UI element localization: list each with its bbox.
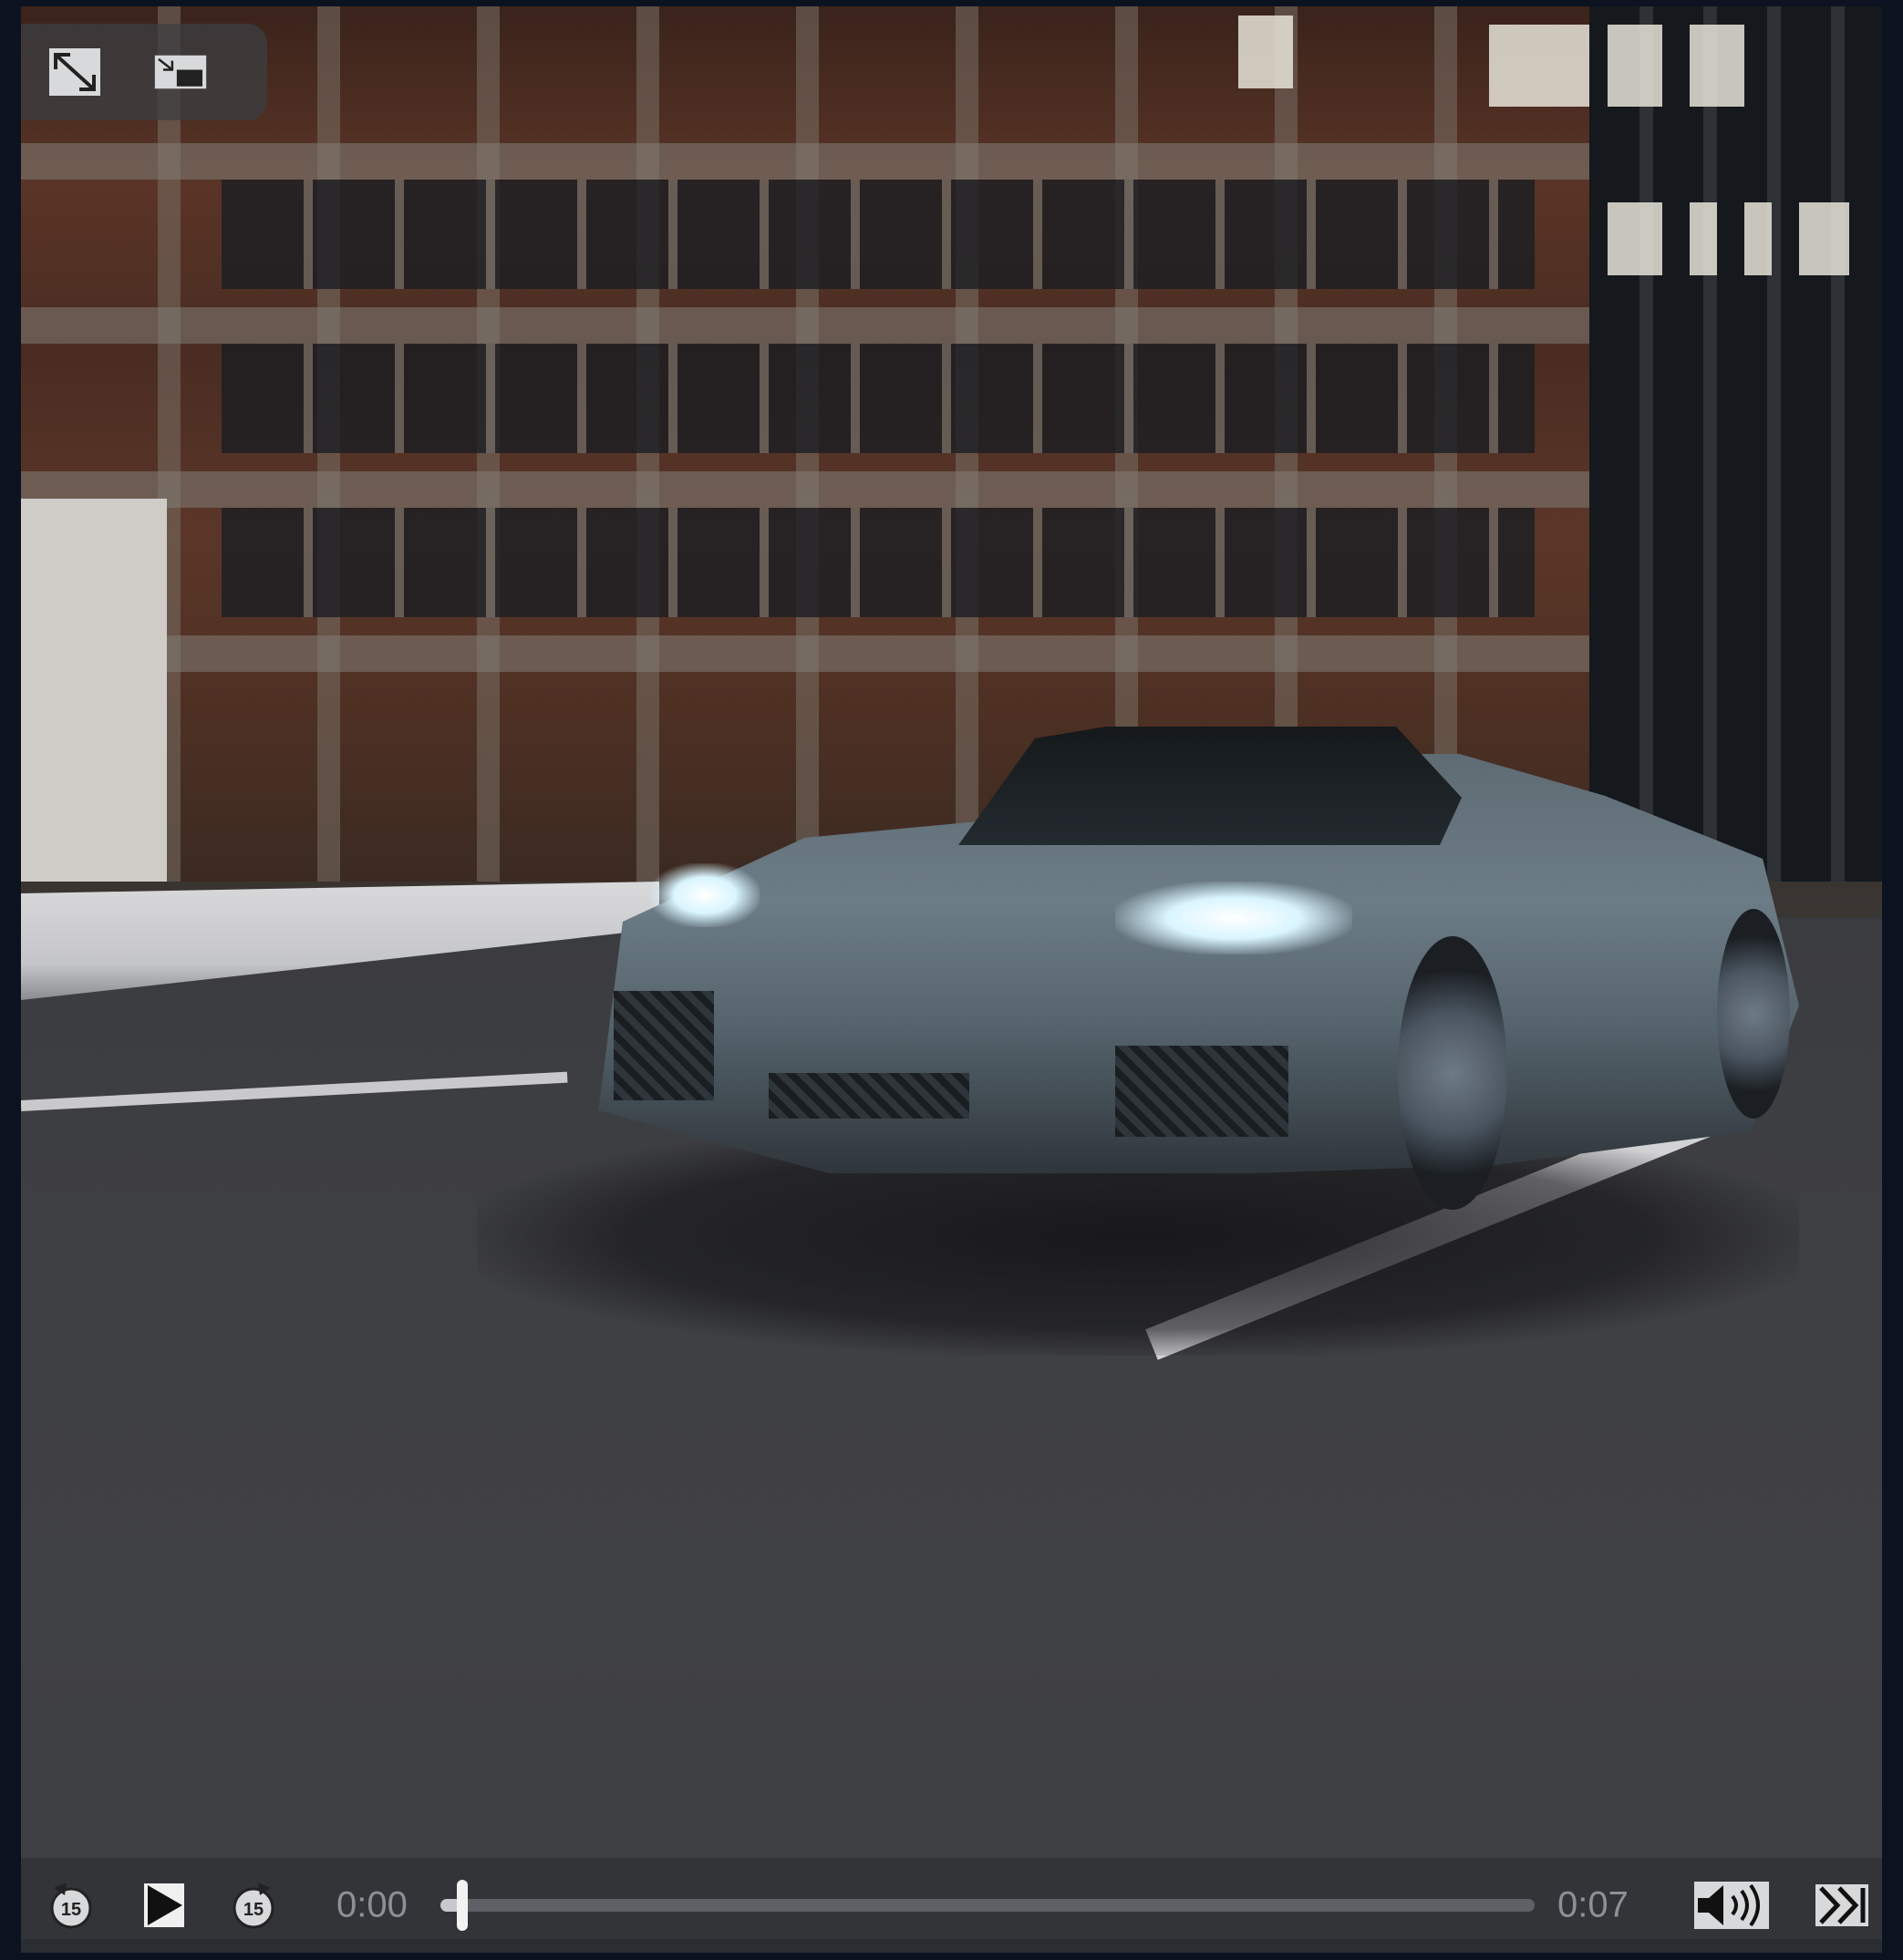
current-time: 0:00	[336, 1884, 408, 1925]
volume-button[interactable]	[1694, 1882, 1769, 1929]
picture-in-picture-button[interactable]	[154, 47, 207, 97]
volume-icon	[1694, 1882, 1769, 1929]
fullscreen-button[interactable]	[48, 47, 101, 97]
forward-15-button[interactable]: 15	[231, 1881, 276, 1930]
forward-15-icon: 15	[233, 1883, 274, 1929]
expand-arrows-icon	[49, 48, 100, 96]
headlight-right	[1115, 882, 1352, 954]
video-content	[21, 6, 1882, 1939]
building-right	[1589, 6, 1882, 882]
rewind-15-icon: 15	[50, 1883, 92, 1929]
skip-forward-icon	[1815, 1884, 1868, 1926]
svg-text:15: 15	[243, 1900, 264, 1920]
progress-track[interactable]	[440, 1880, 1535, 1931]
progress-thumb[interactable]	[457, 1880, 468, 1931]
svg-text:15: 15	[61, 1900, 81, 1920]
headlight-left	[650, 863, 760, 927]
video-frame[interactable]	[21, 6, 1882, 1939]
top-controls-overlay	[21, 24, 267, 120]
wheel-rear	[1717, 909, 1790, 1119]
picture-in-picture-icon	[154, 55, 207, 89]
skip-forward-button[interactable]	[1815, 1884, 1868, 1926]
wheel-front	[1398, 936, 1507, 1210]
playback-control-bar: 15 15 0:00 0:07	[21, 1858, 1882, 1953]
rewind-15-button[interactable]: 15	[48, 1881, 94, 1930]
play-icon	[144, 1883, 184, 1927]
play-button[interactable]	[144, 1883, 184, 1927]
duration-time: 0:07	[1557, 1884, 1629, 1925]
